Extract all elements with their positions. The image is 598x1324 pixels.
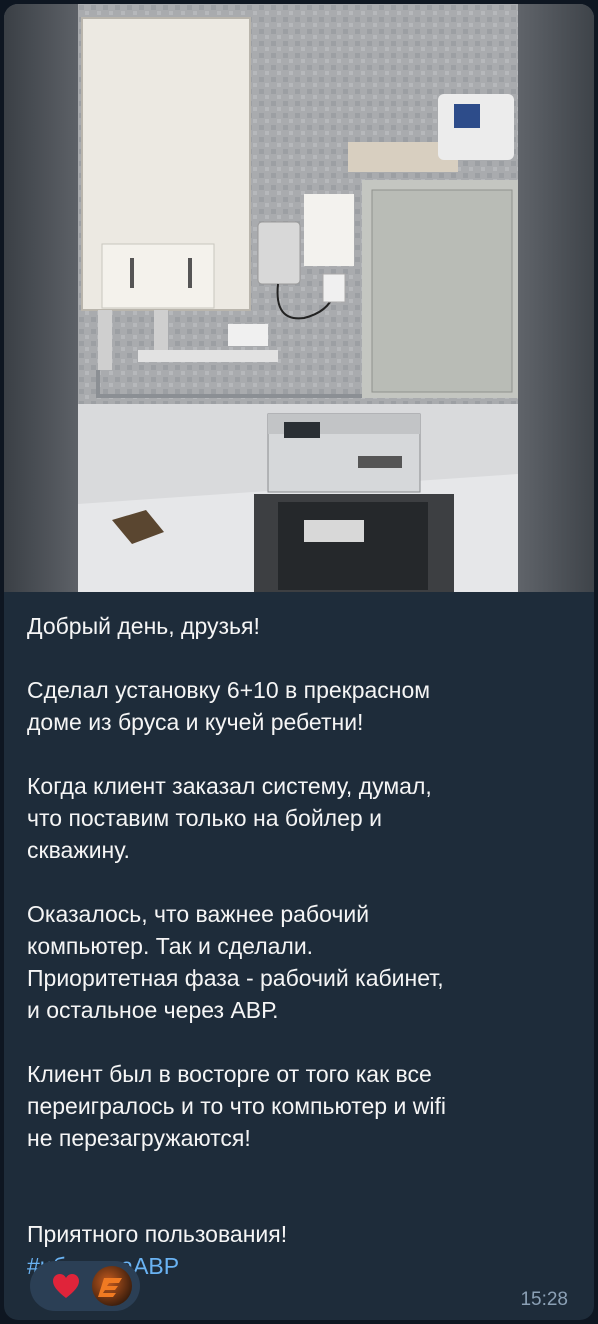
- message-time: 15:28: [520, 1289, 568, 1310]
- photo-image: [78, 4, 518, 592]
- caption-paragraph-3: Когда клиент заказал систему, думал, что…: [27, 773, 432, 863]
- photo-blur-left: [4, 4, 78, 592]
- message-caption: Добрый день, друзья! Сделал установку 6+…: [27, 610, 567, 1314]
- photo-blur-right: [518, 4, 594, 592]
- message-photo[interactable]: [4, 4, 594, 592]
- message-bubble[interactable]: Добрый день, друзья! Сделал установку 6+…: [4, 4, 594, 1320]
- caption-closing-text: Приятного пользования!: [27, 1221, 288, 1247]
- heart-icon: [53, 1274, 79, 1298]
- caption-paragraph-4: Оказалось, что важнее рабочий компьютер.…: [27, 901, 444, 1023]
- reaction-pill[interactable]: [30, 1261, 140, 1311]
- caption-paragraph-5: Клиент был в восторге от того как все пе…: [27, 1061, 446, 1151]
- caption-paragraph-1: Добрый день, друзья!: [27, 613, 260, 639]
- caption-paragraph-2: Сделал установку 6+10 в прекрасном доме …: [27, 677, 431, 735]
- reactor-avatar[interactable]: [92, 1266, 132, 1306]
- avatar-logo-icon: [98, 1278, 122, 1297]
